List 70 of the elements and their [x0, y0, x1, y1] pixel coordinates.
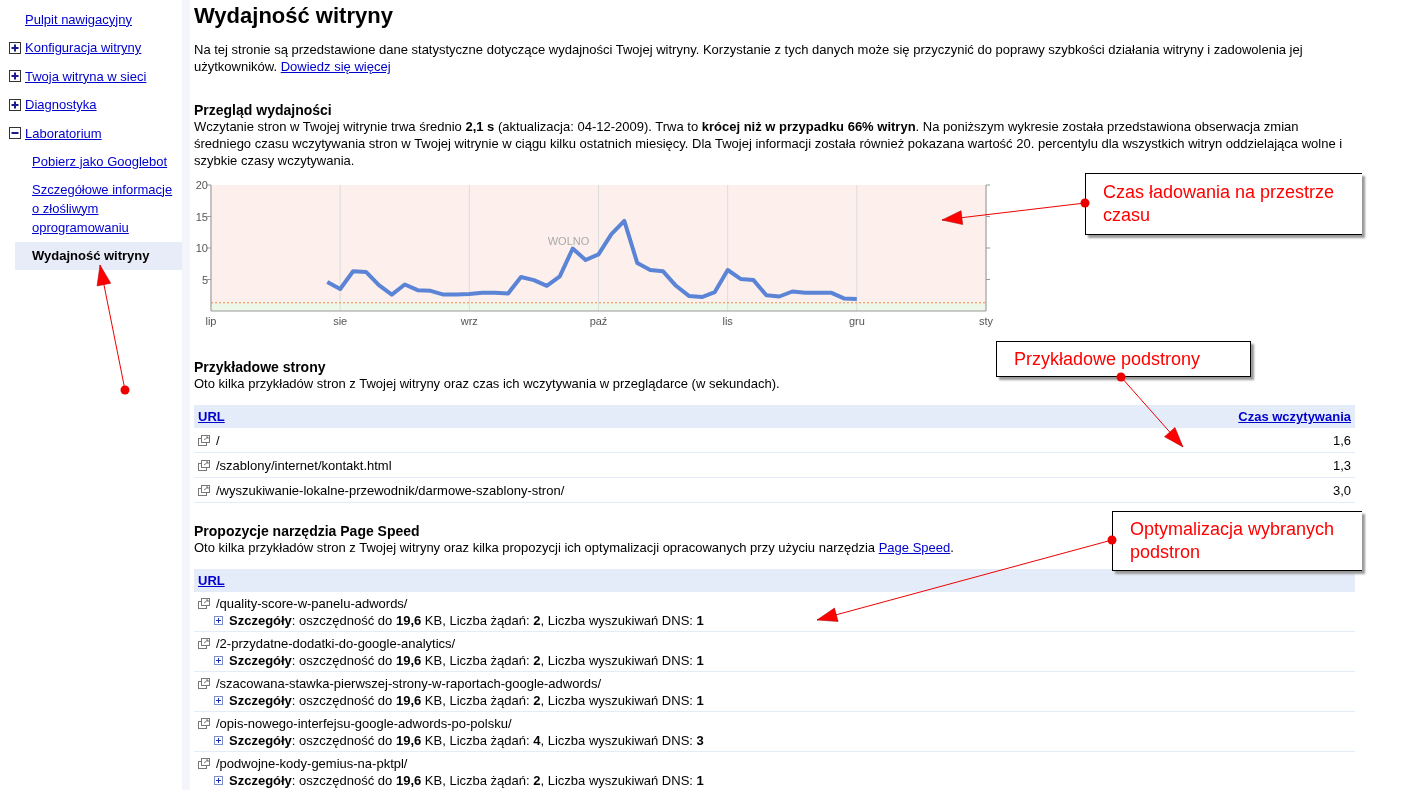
y-tick-label: 15	[195, 210, 208, 223]
details-text: Szczegóły: oszczędność do 19,6 KB, Liczba żądań: 4, Liczba wyszukiwań DNS: 3	[229, 733, 704, 748]
expand-icon[interactable]	[214, 616, 223, 625]
y-tick-label: 20	[195, 179, 208, 191]
column-header[interactable]: URL	[198, 573, 225, 588]
sidebar-link[interactable]: Pobierz jako Googlebot	[15, 147, 182, 176]
sidebar-link[interactable]: Pulpit nawigacyjny	[25, 11, 132, 27]
details-text: Szczegóły: oszczędność do 19,6 KB, Liczba żądań: 2, Liczba wyszukiwań DNS: 1	[229, 653, 704, 668]
page-title: Wydajność witryny	[194, 3, 394, 29]
expand-icon[interactable]	[214, 776, 223, 785]
table-cell-text: /wyszukiwanie-lokalne-przewodnik/darmowe-szablony-stron/	[216, 482, 566, 498]
external-link-icon[interactable]	[198, 718, 210, 729]
details-text: Szczegóły: oszczędność do 19,6 KB, Liczba żądań: 2, Liczba wyszukiwań DNS: 1	[229, 693, 704, 708]
external-link-icon[interactable]	[198, 459, 210, 471]
page-url: /quality-score-w-panelu-adwords/	[216, 596, 408, 611]
collapse-icon[interactable]	[9, 127, 21, 140]
intro-text: Na tej stronie są przedstawione dane statystyczne dotyczące wydajności Twojej witryny. Korzystanie z tych danych może się przyczynić do poprawy szybkości działania witryny i zadowolenia jej użytkowników. Dowiedz się więcej	[194, 41, 1304, 75]
x-tick-label: lip	[205, 315, 217, 327]
x-tick-label: lis	[722, 315, 733, 327]
page-url: /opis-nowego-interfejsu-google-adwords-po-polsku/	[216, 716, 512, 731]
details-text: Szczegóły: oszczędność do 19,6 KB, Liczba żądań: 2, Liczba wyszukiwań DNS: 1	[229, 773, 704, 788]
table-cell: 1,3	[1332, 457, 1351, 473]
column-header[interactable]: URL	[198, 409, 225, 424]
expand-icon[interactable]	[9, 98, 21, 111]
external-link-icon[interactable]	[198, 678, 210, 689]
details-text: Szczegóły: oszczędność do 19,6 KB, Liczba żądań: 2, Liczba wyszukiwań DNS: 1	[229, 613, 704, 628]
section-heading: Przegląd wydajności	[194, 102, 332, 118]
zone-label: WOLNO	[547, 234, 590, 247]
expand-icon[interactable]	[9, 70, 21, 83]
expand-icon[interactable]	[214, 656, 223, 665]
x-tick-label: paź	[589, 315, 608, 327]
column-header[interactable]: Czas wczytywania	[1238, 409, 1351, 424]
sidebar-link[interactable]: Twoja witryna w sieci	[25, 68, 147, 84]
y-tick-label: 10	[195, 242, 208, 254]
x-tick-label: sie	[333, 315, 348, 327]
callout-text: czasu	[1103, 204, 1152, 227]
table-cell-text: /szablony/internet/kontakt.html	[216, 457, 393, 473]
table-cell: 3,0	[1332, 482, 1351, 498]
x-tick-label: sty	[978, 315, 994, 327]
x-tick-label: gru	[848, 315, 865, 327]
sidebar-link[interactable]: Konfiguracja witryny	[25, 40, 142, 56]
page-url: /podwojne-kody-gemius-na-pktpl/	[216, 756, 408, 771]
x-tick-label: wrz	[460, 315, 478, 327]
overview-text: Wczytanie stron w Twojej witrynie trwa średnio 2,1 s (aktualizacja: 04-12-2009). Trwa to krócej niż w przypadku 66% witryn. Na poniższym wykresie została przedstawiona obserwacja zmian średniego czasu wczytywania stron w Twojej witrynie w ciągu kilku ostatnich miesięcy. Dla Twojej informacji została również pokazana wartość 20. percentylu dla wszystkich witryn oddzielająca wolne i szybkie czasy wczytywania.	[194, 118, 1344, 169]
external-link-icon[interactable]	[198, 434, 210, 446]
callout-text: Czas ładowania na przestrze	[1103, 181, 1336, 204]
sidebar-link[interactable]: Szczegółowe informacje o złośliwym oprogramowaniu	[15, 175, 182, 242]
y-tick-label: 5	[201, 273, 208, 286]
external-link-icon[interactable]	[198, 484, 210, 496]
external-link-icon[interactable]	[198, 598, 210, 609]
section-description: Oto kilka przykładów stron z Twojej witryny oraz czas ich wczytywania w przeglądarce (w sekundach).	[194, 375, 780, 392]
table-cell: 1,6	[1332, 432, 1351, 448]
sidebar-link[interactable]: Laboratorium	[25, 125, 102, 141]
callout-text: Przykładowe podstrony	[1014, 347, 1202, 371]
external-link-icon[interactable]	[198, 758, 210, 769]
section-heading: Propozycje narzędzia Page Speed	[194, 523, 420, 539]
sidebar-link[interactable]: Diagnostyka	[25, 97, 97, 113]
page-url: /2-przydatne-dodatki-do-google-analytics/	[216, 636, 456, 651]
learn-more-link[interactable]: Dowiedz się więcej	[280, 59, 391, 74]
expand-icon[interactable]	[214, 736, 223, 745]
callout-text: Optymalizacja wybranych	[1130, 518, 1336, 541]
table-cell-text: /	[216, 432, 221, 448]
sidebar-link[interactable]: Wydajność witryny	[15, 241, 182, 270]
page-url: /szacowana-stawka-pierwszej-strony-w-raportach-google-adwords/	[216, 676, 602, 691]
external-link-icon[interactable]	[198, 638, 210, 649]
section-heading: Przykładowe strony	[194, 359, 326, 375]
expand-icon[interactable]	[9, 41, 21, 54]
expand-icon[interactable]	[214, 696, 223, 705]
section-description: Oto kilka przykładów stron z Twojej witryny oraz kilka propozycji ich optymalizacji opracowanych przy użyciu narzędzia Page Speed.	[194, 539, 954, 556]
callout-text: podstron	[1130, 541, 1202, 564]
